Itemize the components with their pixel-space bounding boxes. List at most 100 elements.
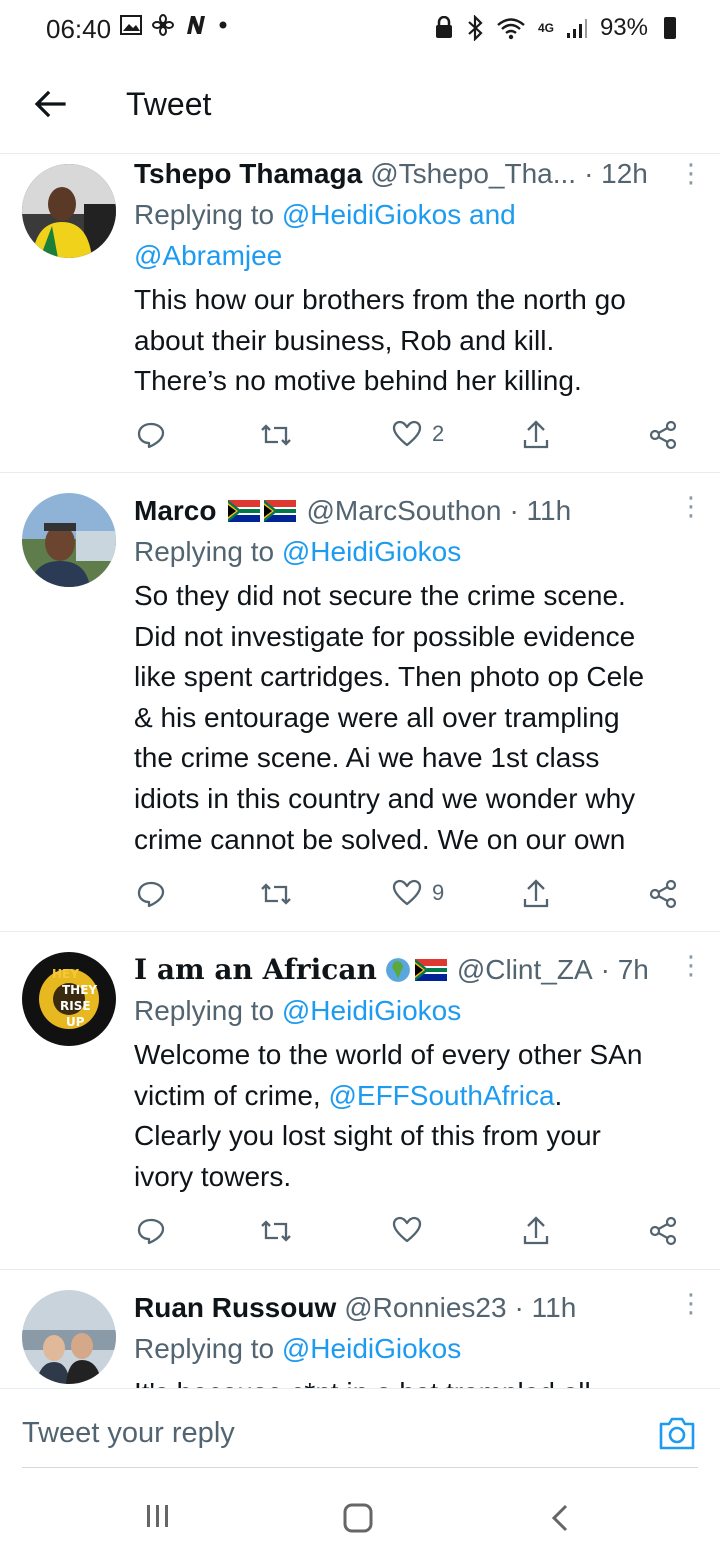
replying-prefix: Replying to — [134, 995, 275, 1026]
share-button[interactable] — [522, 1216, 550, 1246]
retweet-icon — [261, 883, 291, 905]
reply-button[interactable] — [136, 420, 166, 450]
mention-link[interactable]: @HeidiGiokos — [282, 995, 461, 1026]
tweet-item[interactable]: ⋮ Ruan Russouw @Ronnies23 · 11h Replying… — [0, 1270, 720, 1388]
retweet-button[interactable] — [258, 420, 294, 450]
reply-icon — [137, 881, 165, 908]
share-button[interactable] — [522, 879, 550, 909]
tweet-time: · 12h — [584, 158, 648, 189]
like-count: 2 — [432, 421, 445, 446]
avatar[interactable] — [22, 164, 116, 258]
tweet-time: · 11h — [509, 495, 572, 526]
reply-button[interactable] — [136, 1216, 166, 1246]
like-button[interactable]: 2 — [392, 420, 444, 448]
retweet-button[interactable] — [258, 1216, 294, 1246]
avatar-text: RISE — [60, 999, 91, 1013]
tweet-item[interactable]: ⋮ Marco @MarcSouthon · 11h Replying to @… — [0, 473, 720, 932]
tweet-line: There’s no motive behind her killing. — [134, 365, 582, 397]
tweet-item[interactable]: HEY THEY RISE UP ⋮ I am an African @Clin… — [0, 932, 720, 1270]
home-icon[interactable] — [342, 1502, 374, 1534]
tweet-text: Welcome to the world of every other SAn … — [134, 1035, 700, 1197]
tweet-line: & his entourage were all over trampling — [134, 701, 620, 733]
sa-flag-icon — [414, 959, 447, 981]
network-share-button[interactable] — [648, 879, 678, 909]
share-icon — [523, 879, 549, 908]
retweet-button[interactable] — [258, 879, 294, 909]
retweet-icon — [261, 424, 291, 446]
user-handle[interactable]: @Tshepo_Tha... — [370, 156, 576, 192]
image-icon — [120, 15, 142, 35]
camera-icon[interactable] — [658, 1415, 696, 1451]
mention-link[interactable]: @EFFSouthAfrica — [328, 1080, 554, 1111]
user-name[interactable]: Ruan Russouw — [134, 1290, 336, 1326]
network-share-button[interactable] — [648, 420, 678, 450]
mention-link[interactable]: @HeidiGiokos and — [282, 199, 516, 230]
tweet-line: idiots in this country and we wonder why — [134, 782, 636, 814]
heart-icon — [392, 420, 422, 447]
mention-link[interactable]: @Abramjee — [134, 240, 282, 271]
status-right-icons: 4G 93% — [434, 14, 676, 42]
tweet-line: So they did not secure the crime scene. — [134, 580, 626, 611]
tweet-line-text: victim of crime, — [134, 1079, 329, 1111]
reply-icon — [137, 422, 165, 449]
arrow-left-icon[interactable] — [30, 84, 70, 124]
dot-icon — [219, 21, 227, 29]
like-button[interactable]: 9 — [392, 879, 444, 907]
status-time: 06:40 — [46, 14, 112, 44]
n-icon — [187, 16, 205, 34]
tweet-line: victim of crime, @EFFSouthAfrica. — [134, 1076, 700, 1117]
retweet-icon — [261, 1220, 291, 1242]
avatar[interactable] — [22, 493, 116, 587]
tweet-line: Did not investigate for possible evidenc… — [134, 620, 636, 652]
tweet-time: · 7h — [600, 954, 649, 985]
status-bar: 06:40 4G 93% — [0, 0, 720, 58]
reply-feed[interactable]: ⋮ Tshepo Thamaga @Tshepo_Tha... · 12h Re… — [0, 154, 720, 1388]
tweet-item[interactable]: ⋮ Tshepo Thamaga @Tshepo_Tha... · 12h Re… — [0, 154, 720, 473]
tweet-body: I am an African @Clint_ZA · 7h Replying … — [134, 952, 700, 1197]
network-share-icon — [649, 1216, 677, 1246]
replying-to: Replying to @HeidiGiokos — [134, 531, 700, 572]
status-left-icons — [120, 14, 228, 36]
avatar-text: HEY — [52, 967, 79, 981]
network-type: 4G — [537, 21, 554, 35]
share-button[interactable] — [522, 420, 550, 450]
user-handle[interactable]: @Clint_ZA — [457, 952, 593, 988]
fan-icon — [152, 14, 174, 36]
globe-africa-icon — [385, 958, 410, 982]
bluetooth-icon — [468, 15, 483, 41]
avatar[interactable]: HEY THEY RISE UP — [22, 952, 116, 1046]
user-handle[interactable]: @MarcSouthon — [306, 493, 501, 529]
wifi-icon — [497, 18, 525, 40]
heart-icon — [392, 879, 422, 906]
back-icon[interactable] — [548, 1502, 572, 1534]
like-count: 9 — [432, 880, 445, 905]
share-icon — [523, 1216, 549, 1245]
tweet-text: This how our brothers from the north go … — [134, 280, 700, 402]
tweet-line: about their business, Rob and kill. — [134, 324, 555, 356]
user-handle[interactable]: @Ronnies23 — [344, 1290, 506, 1326]
tweet-header: Tshepo Thamaga @Tshepo_Tha... · 12h — [134, 156, 700, 192]
replying-to: Replying to @HeidiGiokos — [134, 990, 700, 1031]
reply-input[interactable]: Tweet your reply — [22, 1417, 235, 1450]
tweet-actions: 2 — [134, 420, 694, 460]
recent-apps-icon[interactable] — [144, 1502, 172, 1530]
share-icon — [523, 420, 549, 449]
sa-flag-icon — [264, 500, 297, 522]
mention-link[interactable]: @HeidiGiokos — [282, 1333, 461, 1364]
tweet-actions — [134, 1216, 694, 1256]
tweet-line: Welcome to the world of every other SAn — [134, 1039, 643, 1070]
reply-icon — [137, 1218, 165, 1245]
page-title: Tweet — [126, 86, 212, 122]
reply-button[interactable] — [136, 879, 166, 909]
user-name[interactable]: I am an African — [134, 952, 377, 988]
user-name[interactable]: Tshepo Thamaga — [134, 156, 362, 192]
lock-icon — [435, 16, 452, 38]
mention-link[interactable]: @HeidiGiokos — [282, 536, 461, 567]
signal-icon — [566, 19, 587, 38]
avatar-text: UP — [66, 1015, 85, 1029]
user-name[interactable]: Marco — [134, 493, 216, 529]
avatar[interactable] — [22, 1290, 116, 1384]
like-button[interactable] — [392, 1216, 422, 1244]
network-share-button[interactable] — [648, 1216, 678, 1246]
battery-icon — [664, 17, 676, 39]
